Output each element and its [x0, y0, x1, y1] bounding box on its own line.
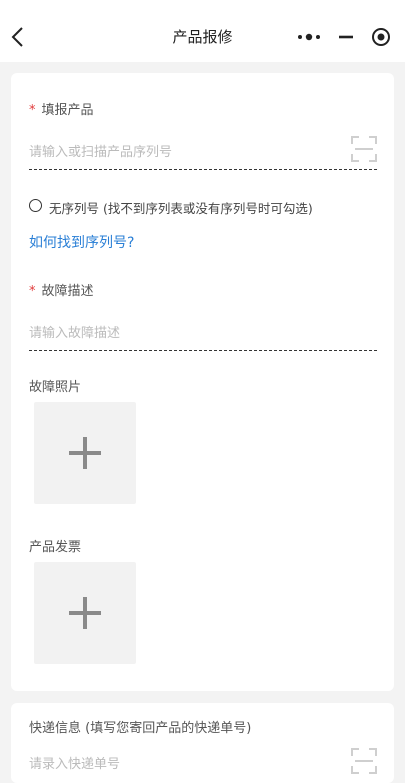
express-label: 快递信息 (填写您寄回产品的快递单号) — [29, 721, 252, 736]
plus-icon — [69, 597, 101, 629]
repair-form-card: * 填报产品 请输入或扫描产品序列号 无序列号 (找不到序列表或没有序列号时可勾选… — [11, 73, 394, 691]
express-info-card: 快递信息 (填写您寄回产品的快递单号) 请录入快递单号 — [11, 703, 394, 783]
close-target-icon[interactable] — [370, 26, 392, 48]
plus-icon — [69, 437, 101, 469]
fault-desc-underline — [29, 350, 377, 351]
no-serial-label[interactable]: 无序列号 (找不到序列表或没有序列号时可勾选) — [49, 198, 313, 217]
scan-icon[interactable] — [351, 136, 377, 162]
fault-desc-input[interactable]: 请输入故障描述 — [29, 322, 120, 341]
nav-bar: 产品报修 — [0, 0, 405, 62]
more-dots-icon[interactable] — [296, 32, 322, 42]
fault-desc-label: * 故障描述 — [29, 284, 94, 299]
invoice-label: 产品发票 — [29, 540, 82, 555]
product-input-underline — [29, 169, 377, 170]
scan-icon[interactable] — [351, 748, 377, 774]
no-serial-radio[interactable] — [29, 199, 42, 212]
invoice-upload-button[interactable] — [34, 562, 136, 664]
express-number-input[interactable]: 请录入快递单号 — [29, 753, 120, 772]
required-mark: * — [29, 284, 36, 299]
fault-photo-label: 故障照片 — [29, 380, 82, 395]
required-mark: * — [29, 103, 36, 118]
product-serial-input[interactable]: 请输入或扫描产品序列号 — [29, 141, 172, 160]
product-label: * 填报产品 — [29, 103, 94, 118]
minimize-icon[interactable] — [336, 28, 356, 46]
find-serial-link[interactable]: 如何找到序列号? — [29, 232, 134, 252]
fault-photo-upload-button[interactable] — [34, 402, 136, 504]
